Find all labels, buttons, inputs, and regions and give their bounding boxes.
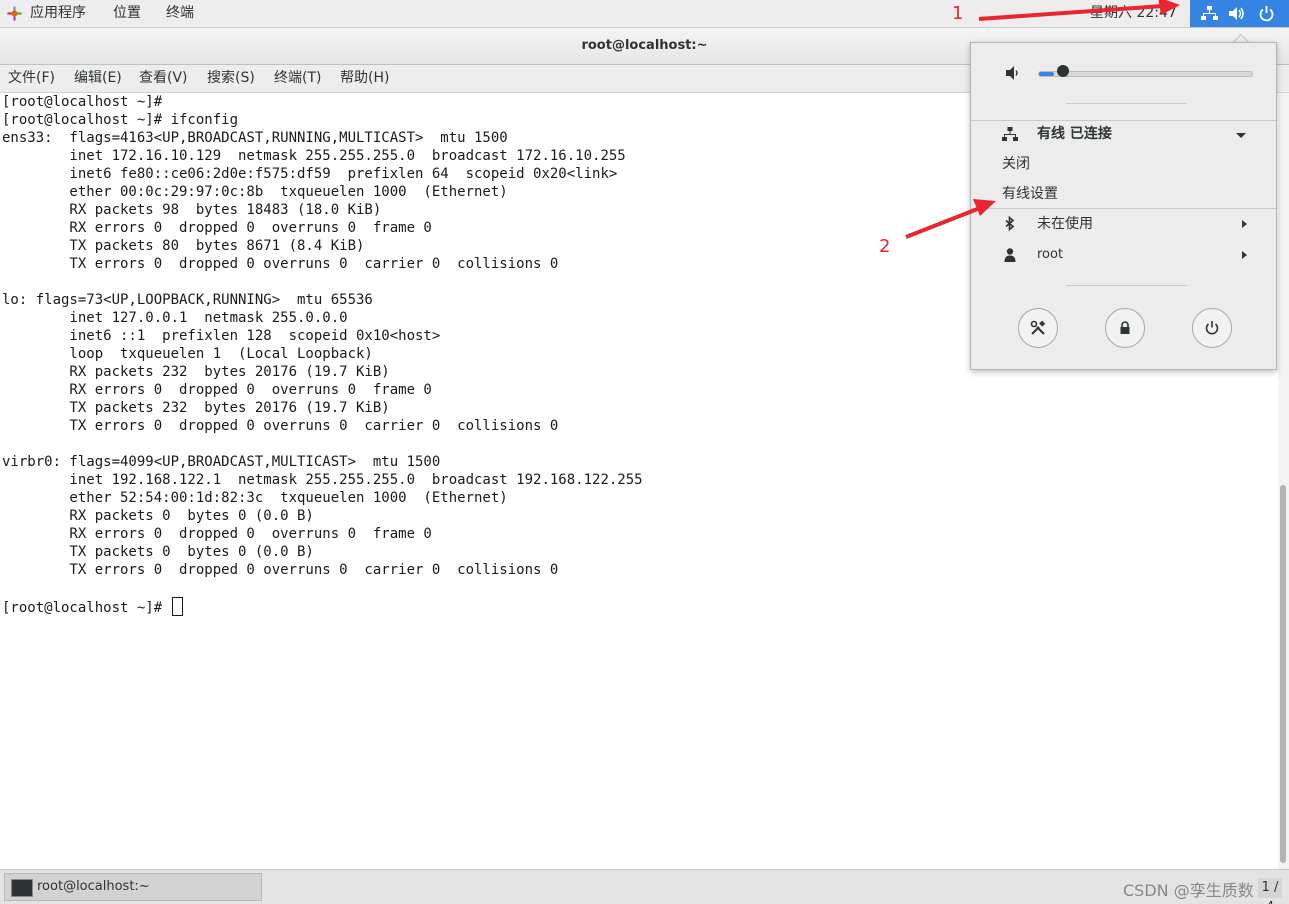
annotation-label-1: 1: [952, 3, 964, 24]
annotation-label-2: 2: [879, 236, 891, 257]
annotation-arrow-2: [905, 199, 996, 239]
annotation-arrow-1: [978, 0, 1180, 21]
annotation-layer: [905, 0, 1180, 239]
